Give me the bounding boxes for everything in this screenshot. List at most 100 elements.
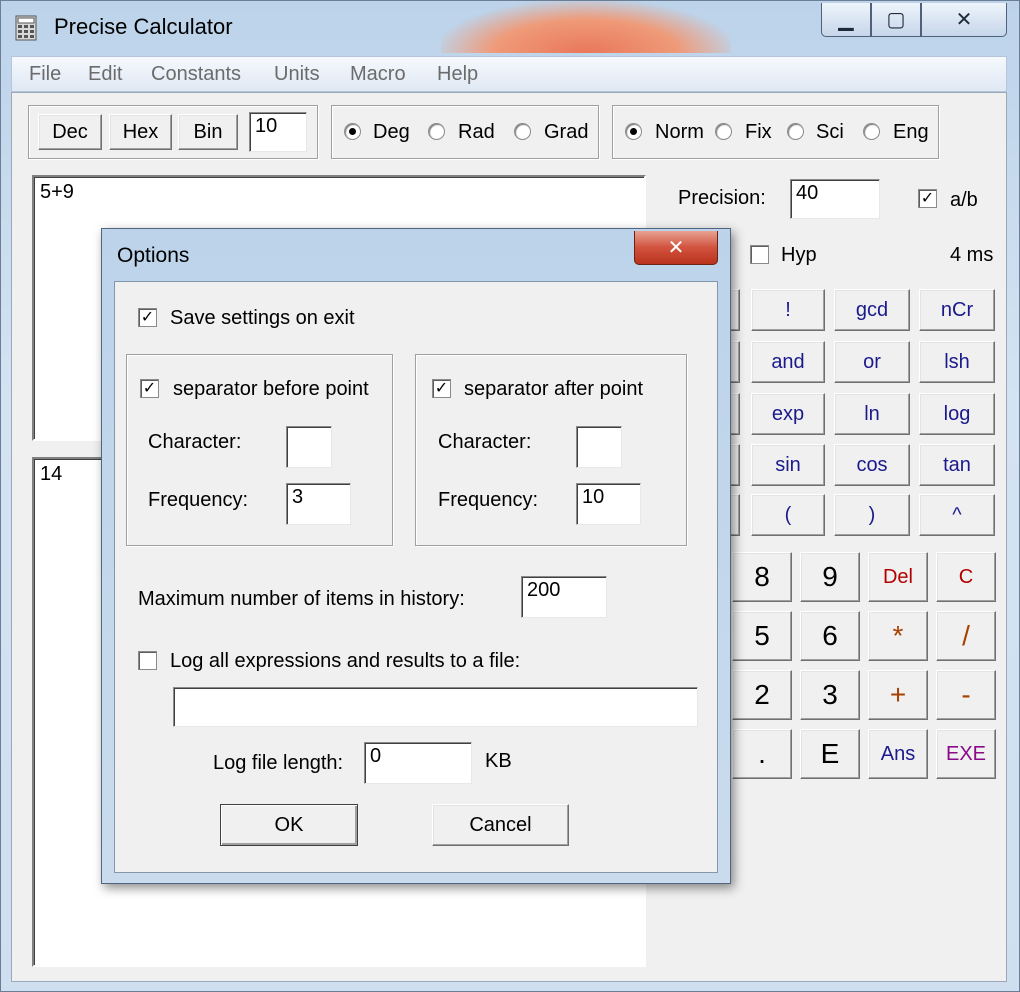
minimize-button[interactable]: ▁ — [821, 3, 871, 37]
log-button[interactable]: log — [919, 393, 995, 435]
deg-radio[interactable] — [344, 123, 361, 140]
save-settings-checkbox[interactable]: ✓ — [138, 308, 157, 327]
maximize-icon: ▢ — [886, 9, 906, 31]
hyp-label: Hyp — [781, 244, 817, 266]
before-point-group: ✓ separator before point Character: Freq… — [126, 354, 393, 546]
fix-radio[interactable] — [715, 123, 732, 140]
menu-edit[interactable]: Edit — [88, 63, 122, 86]
sin-button[interactable]: sin — [751, 444, 825, 486]
norm-radio[interactable] — [625, 123, 642, 140]
window-title: Precise Calculator — [54, 14, 233, 39]
menu-units[interactable]: Units — [274, 63, 320, 86]
menu-file[interactable]: File — [29, 63, 61, 86]
hyp-checkbox[interactable] — [750, 245, 769, 264]
factorial-button[interactable]: ! — [751, 289, 825, 331]
grad-radio[interactable] — [514, 123, 531, 140]
dialog-close-button[interactable]: ✕ — [634, 231, 718, 265]
decimal-point-button[interactable]: . — [732, 729, 792, 779]
multiply-button[interactable]: * — [868, 611, 928, 661]
exponent-button[interactable]: E — [800, 729, 860, 779]
after-point-group: ✓ separator after point Character: Frequ… — [415, 354, 687, 546]
close-button[interactable]: ✕ — [921, 3, 1007, 37]
clear-button[interactable]: C — [936, 552, 996, 602]
history-label: Maximum number of items in history: — [138, 588, 465, 610]
precision-label: Precision: — [678, 187, 766, 209]
after-point-label: separator after point — [464, 378, 643, 400]
and-button[interactable]: and — [751, 341, 825, 383]
cancel-button[interactable]: Cancel — [432, 804, 569, 846]
base-group: Dec Hex Bin 10 — [28, 105, 318, 159]
before-frequency-input[interactable]: 3 — [286, 483, 351, 525]
close-icon: ✕ — [955, 9, 973, 31]
fraction-label: a/b — [950, 189, 978, 211]
fraction-checkbox[interactable]: ✓ — [918, 189, 937, 208]
title-glow — [441, 1, 731, 53]
del-button[interactable]: Del — [868, 552, 928, 602]
angle-group: Deg Rad Grad — [331, 105, 599, 159]
calculator-app-icon — [15, 15, 37, 41]
after-frequency-input[interactable]: 10 — [576, 483, 641, 525]
tan-button[interactable]: tan — [919, 444, 995, 486]
deg-label: Deg — [373, 121, 410, 143]
maximize-button[interactable]: ▢ — [871, 3, 921, 37]
ok-button[interactable]: OK — [220, 804, 358, 846]
menu-constants[interactable]: Constants — [151, 63, 241, 86]
close-icon: ✕ — [667, 237, 685, 259]
sci-radio[interactable] — [787, 123, 804, 140]
plus-button[interactable]: + — [868, 670, 928, 720]
or-button[interactable]: or — [834, 341, 910, 383]
bin-button[interactable]: Bin — [178, 114, 238, 150]
rad-label: Rad — [458, 121, 495, 143]
eng-label: Eng — [893, 121, 929, 143]
menu-macro[interactable]: Macro — [350, 63, 406, 86]
before-frequency-label: Frequency: — [148, 489, 249, 511]
grad-label: Grad — [544, 121, 589, 143]
divide-button[interactable]: / — [936, 611, 996, 661]
history-input[interactable]: 200 — [521, 576, 607, 618]
norm-label: Norm — [655, 121, 704, 143]
key-8[interactable]: 8 — [732, 552, 792, 602]
log-length-label: Log file length: — [213, 752, 344, 774]
after-frequency-label: Frequency: — [438, 489, 539, 511]
precision-input[interactable]: 40 — [790, 179, 880, 219]
key-9[interactable]: 9 — [800, 552, 860, 602]
exe-button[interactable]: EXE — [936, 729, 996, 779]
log-length-input[interactable]: 0 — [364, 742, 472, 784]
cos-button[interactable]: cos — [834, 444, 910, 486]
sci-label: Sci — [816, 121, 844, 143]
open-paren-button[interactable]: ( — [751, 494, 825, 536]
fix-label: Fix — [745, 121, 772, 143]
key-3[interactable]: 3 — [800, 670, 860, 720]
key-6[interactable]: 6 — [800, 611, 860, 661]
before-point-checkbox[interactable]: ✓ — [140, 379, 159, 398]
exp-button[interactable]: exp — [751, 393, 825, 435]
key-5[interactable]: 5 — [732, 611, 792, 661]
close-paren-button[interactable]: ) — [834, 494, 910, 536]
minus-button[interactable]: - — [936, 670, 996, 720]
ans-button[interactable]: Ans — [868, 729, 928, 779]
dialog-title: Options — [117, 244, 190, 267]
gcd-button[interactable]: gcd — [834, 289, 910, 331]
log-checkbox[interactable] — [138, 651, 157, 670]
before-point-label: separator before point — [173, 378, 369, 400]
ncr-button[interactable]: nCr — [919, 289, 995, 331]
rad-radio[interactable] — [428, 123, 445, 140]
power-button[interactable]: ^ — [919, 494, 995, 536]
base-input[interactable]: 10 — [249, 112, 307, 152]
title-bar[interactable]: Precise Calculator ▁ ▢ ✕ — [1, 1, 1019, 53]
eng-radio[interactable] — [863, 123, 880, 140]
key-2[interactable]: 2 — [732, 670, 792, 720]
timing-label: 4 ms — [950, 244, 994, 266]
after-character-input[interactable] — [576, 426, 622, 468]
lsh-button[interactable]: lsh — [919, 341, 995, 383]
log-file-input[interactable] — [173, 687, 698, 727]
before-character-label: Character: — [148, 431, 242, 453]
after-point-checkbox[interactable]: ✓ — [432, 379, 451, 398]
menu-help[interactable]: Help — [437, 63, 478, 86]
dec-button[interactable]: Dec — [38, 114, 102, 150]
before-character-input[interactable] — [286, 426, 332, 468]
format-group: Norm Fix Sci Eng — [612, 105, 939, 159]
hex-button[interactable]: Hex — [109, 114, 172, 150]
ln-button[interactable]: ln — [834, 393, 910, 435]
options-dialog: Options ✕ ✓ Save settings on exit ✓ sepa… — [101, 228, 731, 884]
